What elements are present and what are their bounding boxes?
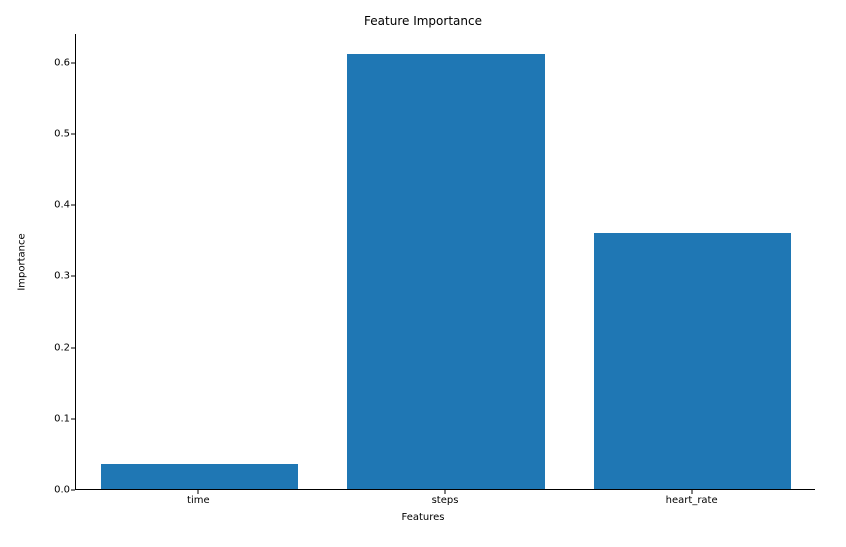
x-tick-label: time [187,495,210,506]
y-tick-mark [71,276,75,277]
bar-heart_rate [594,233,791,490]
x-tick-mark [445,490,446,494]
x-tick-label: heart_rate [666,495,718,506]
y-tick-mark [71,62,75,63]
y-tick-mark [71,133,75,134]
x-tick-label: steps [432,495,459,506]
y-tick-mark [71,418,75,419]
y-axis-label: Importance [17,233,28,290]
x-tick-mark [198,490,199,494]
y-tick-mark [71,205,75,206]
chart-title: Feature Importance [0,14,846,28]
y-tick-label: 0.0 [10,485,70,496]
x-axis-label: Features [0,512,846,523]
plot-area [75,34,815,490]
x-tick-mark [691,490,692,494]
y-tick-mark [71,490,75,491]
y-tick-label: 0.2 [10,342,70,353]
bar-steps [347,54,544,489]
y-tick-mark [71,347,75,348]
y-tick-label: 0.4 [10,200,70,211]
y-tick-label: 0.6 [10,57,70,68]
y-tick-label: 0.1 [10,413,70,424]
y-tick-label: 0.5 [10,128,70,139]
chart-figure: Feature Importance 0.00.10.20.30.40.50.6… [0,0,846,547]
bar-time [101,464,298,489]
